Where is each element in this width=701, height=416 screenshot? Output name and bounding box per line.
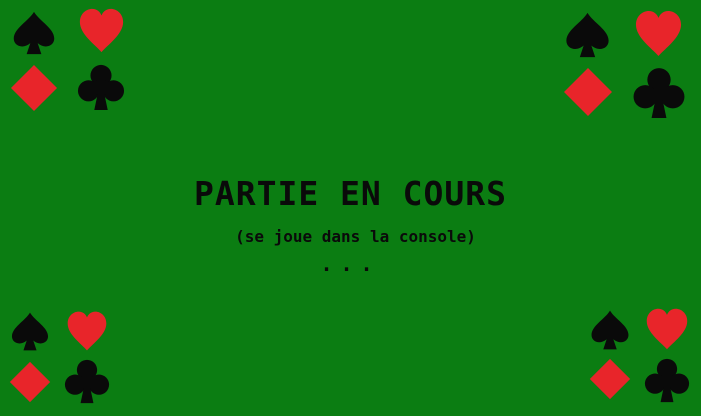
club-icon [633, 68, 685, 118]
diamond-icon [589, 358, 631, 400]
spade-icon [566, 12, 609, 58]
club-icon [64, 359, 110, 404]
loading-dots: ... [320, 252, 381, 276]
status-title: PARTIE EN COURS [193, 174, 507, 213]
heart-icon [67, 311, 107, 351]
status-subtitle: (se joue dans la console) [235, 227, 476, 246]
spade-icon [11, 312, 49, 351]
club-icon [644, 358, 690, 403]
club-icon [77, 64, 125, 111]
heart-icon [635, 10, 682, 57]
game-table: PARTIE EN COURS (se joue dans la console… [0, 0, 701, 416]
heart-icon [79, 8, 124, 53]
spade-icon [13, 11, 55, 55]
heart-icon [646, 308, 688, 350]
diamond-icon [9, 361, 51, 403]
diamond-icon [564, 68, 612, 116]
spade-icon [591, 310, 629, 350]
diamond-icon [10, 64, 58, 112]
